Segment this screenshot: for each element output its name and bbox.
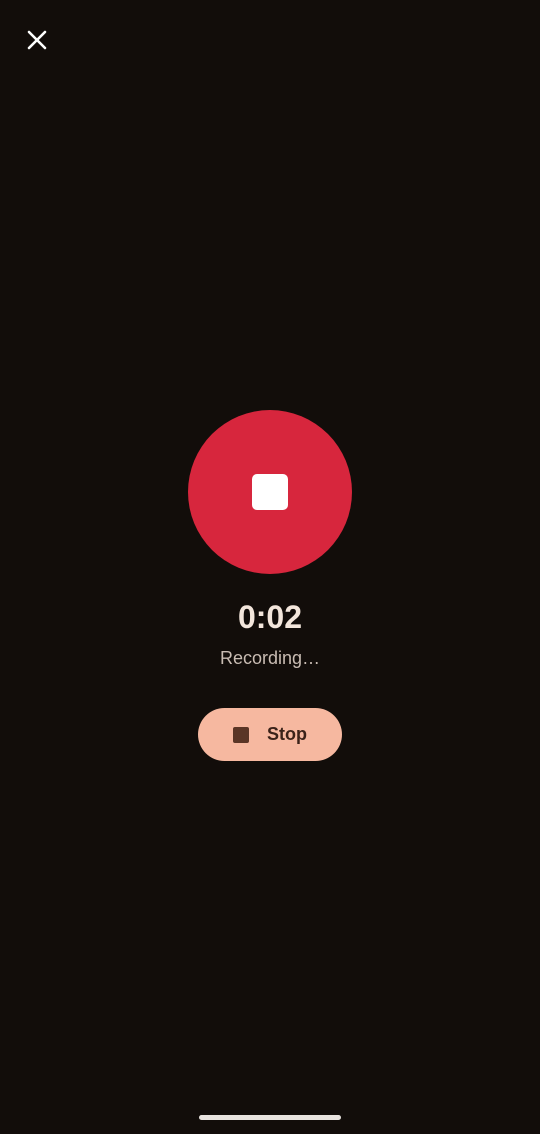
elapsed-timer: 0:02 (237, 599, 303, 635)
stop-square-icon (252, 474, 288, 510)
close-button[interactable] (14, 17, 60, 63)
close-icon (26, 29, 48, 51)
stop-button[interactable]: Stop (198, 708, 342, 761)
stop-button-label: Stop (267, 724, 307, 744)
recording-stop-button[interactable] (188, 410, 352, 574)
stop-icon (233, 726, 249, 743)
home-indicator[interactable] (199, 1115, 341, 1120)
recording-status: Recording… (219, 648, 321, 668)
